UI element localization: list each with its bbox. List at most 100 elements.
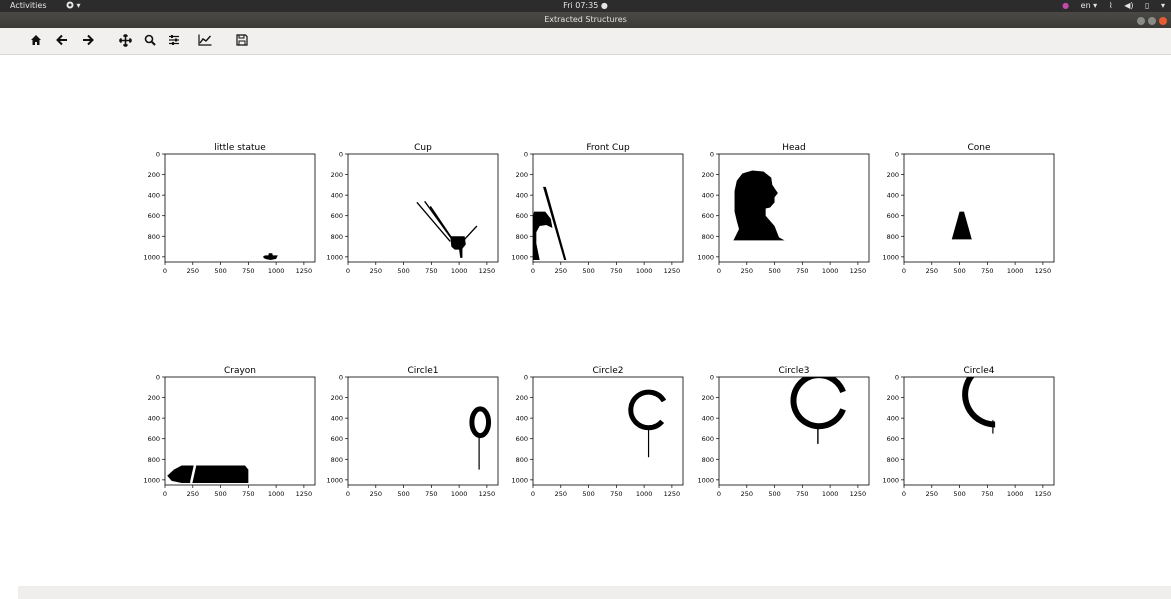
y-tick-label: 200 <box>516 394 528 402</box>
subplot: Circle4020040060080010000 250 500 750 1000 12… <box>882 366 1055 498</box>
y-tick-label: 0 <box>339 151 343 159</box>
pan-icon[interactable] <box>116 33 134 49</box>
y-tick-label: 600 <box>702 212 714 220</box>
y-tick-label: 0 <box>524 151 528 159</box>
subplot: Circle2020040060080010000 250 500 750 1000 12… <box>511 366 684 498</box>
wifi-icon: ⌇ <box>1108 1 1113 10</box>
axes-background <box>165 154 315 262</box>
x-tick-label: 500 <box>582 267 594 275</box>
subplot-title: Cup <box>414 143 432 153</box>
x-tick-label: 1000 <box>451 490 468 498</box>
x-tick-label: 500 <box>953 267 965 275</box>
system-menu-arrow[interactable]: ▾ <box>1161 1 1165 10</box>
axes-edit-icon[interactable] <box>196 33 214 49</box>
y-tick-label: 800 <box>516 456 528 464</box>
y-tick-label: 0 <box>524 374 528 382</box>
x-tick-label: 1000 <box>1007 490 1024 498</box>
y-tick-label: 200 <box>148 171 160 179</box>
x-tick-label: 1000 <box>822 490 839 498</box>
subplot: Crayon020040060080010000 250 500 750 1000 125… <box>143 366 316 498</box>
maximize-icon[interactable] <box>1148 17 1156 25</box>
y-tick-label: 1000 <box>882 253 899 261</box>
save-icon[interactable] <box>233 33 251 49</box>
matplotlib-toolbar <box>0 28 1171 55</box>
y-tick-label: 400 <box>516 415 528 423</box>
x-tick-label: 0 <box>717 490 721 498</box>
x-tick-label: 500 <box>397 490 409 498</box>
forward-arrow-icon[interactable] <box>79 33 97 49</box>
x-tick-label: 750 <box>242 490 254 498</box>
system-tray[interactable]: ● en ▾ ⌇ ◀) ▯ ▾ <box>1053 0 1165 12</box>
y-tick-label: 600 <box>702 435 714 443</box>
x-tick-label: 500 <box>768 267 780 275</box>
subplot-title: Crayon <box>224 366 256 376</box>
y-tick-label: 200 <box>516 171 528 179</box>
x-tick-label: 1000 <box>636 267 653 275</box>
subplot: Cone020040060080010000 250 500 750 1000 1250 <box>882 143 1055 275</box>
x-tick-label: 250 <box>926 490 938 498</box>
x-tick-label: 500 <box>397 267 409 275</box>
y-tick-label: 0 <box>156 374 160 382</box>
home-icon[interactable] <box>27 33 45 49</box>
y-tick-label: 200 <box>702 394 714 402</box>
subplot: little statue020040060080010000 250 500 750… <box>143 143 316 275</box>
window-titlebar[interactable]: Extracted Structures <box>0 12 1171 28</box>
y-tick-label: 1000 <box>326 253 343 261</box>
close-icon[interactable] <box>1159 17 1167 25</box>
y-tick-label: 800 <box>702 456 714 464</box>
subplot: Circle3020040060080010000 250 500 750 1000 12… <box>697 366 870 498</box>
y-tick-label: 1000 <box>882 476 899 484</box>
y-tick-label: 0 <box>710 151 714 159</box>
x-tick-label: 750 <box>425 267 437 275</box>
subplot-title: Cone <box>967 143 990 153</box>
x-tick-label: 0 <box>717 267 721 275</box>
y-tick-label: 800 <box>516 233 528 241</box>
status-bar <box>18 586 1171 599</box>
x-tick-label: 500 <box>768 490 780 498</box>
y-tick-label: 800 <box>148 233 160 241</box>
x-tick-label: 0 <box>531 267 535 275</box>
y-tick-label: 1000 <box>143 253 160 261</box>
language-indicator[interactable]: en ▾ <box>1081 1 1098 10</box>
mask-region <box>167 465 249 483</box>
x-tick-label: 750 <box>796 267 808 275</box>
x-tick-label: 500 <box>953 490 965 498</box>
x-tick-label: 250 <box>555 267 567 275</box>
x-tick-label: 750 <box>242 267 254 275</box>
y-tick-label: 400 <box>887 415 899 423</box>
axes-background <box>533 154 683 262</box>
x-tick-label: 1000 <box>822 267 839 275</box>
y-tick-label: 600 <box>516 435 528 443</box>
subplot-title: Head <box>782 143 806 153</box>
x-tick-label: 750 <box>425 490 437 498</box>
y-tick-label: 200 <box>702 171 714 179</box>
subplot-title: Circle3 <box>779 366 810 376</box>
user-avatar-icon[interactable]: ● <box>1062 1 1069 10</box>
axes-background <box>533 377 683 485</box>
x-tick-label: 1250 <box>296 490 313 498</box>
minimize-icon[interactable] <box>1137 17 1145 25</box>
axes-background <box>904 154 1054 262</box>
subplot-title: Circle1 <box>408 366 439 376</box>
y-tick-label: 0 <box>710 374 714 382</box>
system-top-bar: Activities ▾ Fri 07:35 ● ● en ▾ ⌇ ◀) ▯ ▾ <box>0 0 1171 12</box>
x-tick-label: 1250 <box>479 490 496 498</box>
x-tick-label: 1250 <box>850 267 867 275</box>
x-tick-label: 750 <box>610 490 622 498</box>
x-tick-label: 1000 <box>1007 267 1024 275</box>
clock[interactable]: Fri 07:35 ● <box>0 0 1171 12</box>
y-tick-label: 600 <box>887 212 899 220</box>
back-arrow-icon[interactable] <box>53 33 71 49</box>
subplots-config-icon[interactable] <box>165 33 183 49</box>
zoom-icon[interactable] <box>141 33 159 49</box>
x-tick-label: 250 <box>187 490 199 498</box>
figure-canvas[interactable]: little statue 0 200 400 600 800 1000 0 250 500 750… <box>0 56 1171 586</box>
y-tick-label: 600 <box>516 212 528 220</box>
subplot-title: little statue <box>214 143 266 153</box>
y-tick-label: 400 <box>887 192 899 200</box>
battery-icon: ▯ <box>1145 1 1150 10</box>
y-tick-label: 400 <box>702 415 714 423</box>
y-tick-label: 200 <box>331 171 343 179</box>
subplot-title: Circle2 <box>593 366 624 376</box>
subplot: Cup020040060080010000 250 500 750 1000 1250 <box>326 143 499 275</box>
